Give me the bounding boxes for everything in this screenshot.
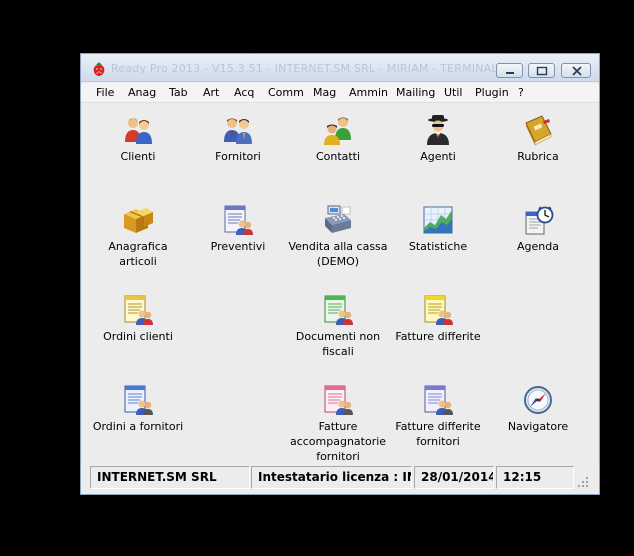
- menu-anag[interactable]: Anag: [128, 86, 156, 99]
- tile-label: Documenti non fiscali: [295, 330, 381, 358]
- tile-agenda[interactable]: Agenda: [488, 204, 588, 254]
- tile-label: Anagrafica articoli: [108, 240, 168, 268]
- tile-label: Rubrica: [517, 150, 559, 163]
- tile-label: Fatture accompagnatorie fornitori: [289, 420, 387, 463]
- menu-bar: File Anag Tab Art Acq Comm Mag Ammin Mai…: [81, 83, 599, 103]
- tile-clienti[interactable]: Clienti: [88, 114, 188, 164]
- supplier-orders-icon: [124, 385, 153, 415]
- boxes-icon: [124, 208, 153, 233]
- title-bar[interactable]: Ready Pro 2013 - V15.3.51 - INTERNET.SM …: [81, 54, 599, 82]
- tile-statistiche[interactable]: Statistiche: [388, 204, 488, 254]
- tile-contatti[interactable]: Contatti: [288, 114, 388, 164]
- tile-label: Ordini a fornitori: [92, 420, 184, 433]
- strawberry-icon: [93, 62, 105, 76]
- status-license: Intestatario licenza : INTERNET.SM SRL: [251, 466, 412, 489]
- cash-register-icon: [325, 205, 351, 233]
- menu-acq[interactable]: Acq: [234, 86, 254, 99]
- tile-label: Statistiche: [408, 240, 468, 253]
- tile-fatture-accompagnatorie-fornitori[interactable]: Fatture accompagnatorie fornitori: [288, 384, 388, 464]
- contacts-icon: [324, 117, 351, 145]
- non-fiscal-documents-icon: [324, 295, 353, 325]
- close-icon: [572, 66, 582, 76]
- compass-icon: [524, 386, 552, 414]
- resize-grip-icon[interactable]: [577, 476, 589, 488]
- menu-help[interactable]: ?: [518, 86, 524, 99]
- tile-ordini-fornitori[interactable]: Ordini a fornitori: [88, 384, 188, 434]
- tile-ordini-clienti[interactable]: Ordini clienti: [88, 294, 188, 344]
- menu-comm[interactable]: Comm: [268, 86, 304, 99]
- tile-label: Vendita alla cassa (DEMO): [288, 240, 388, 268]
- tile-label: Preventivi: [210, 240, 266, 253]
- tile-label: Clienti: [120, 150, 156, 163]
- tile-label: Navigatore: [507, 420, 569, 433]
- client-orders-icon: [124, 295, 153, 325]
- deferred-invoices-icon: [424, 295, 453, 325]
- status-bar: INTERNET.SM SRL Intestatario licenza : I…: [81, 462, 599, 494]
- close-button[interactable]: [561, 63, 591, 78]
- tile-fatture-differite-fornitori[interactable]: Fatture differite fornitori: [388, 384, 488, 449]
- menu-tab[interactable]: Tab: [169, 86, 188, 99]
- accompanying-invoices-icon: [324, 385, 353, 415]
- quote-document-icon: [224, 205, 253, 235]
- window-title: Ready Pro 2013 - V15.3.51 - INTERNET.SM …: [111, 62, 505, 75]
- tile-label: Fatture differite: [395, 330, 481, 343]
- icon-desktop: Clienti Fornitori Contatti Agenti Rubric…: [81, 103, 599, 464]
- tile-label: Fornitori: [215, 150, 261, 163]
- tile-fornitori[interactable]: Fornitori: [188, 114, 288, 164]
- tile-agenti[interactable]: Agenti: [388, 114, 488, 164]
- tile-navigatore[interactable]: Navigatore: [488, 384, 588, 434]
- status-time: 12:15: [496, 466, 574, 489]
- minimize-button[interactable]: [496, 63, 523, 78]
- chart-icon: [423, 206, 453, 234]
- agent-icon: [427, 115, 449, 145]
- menu-mailing[interactable]: Mailing: [396, 86, 435, 99]
- address-book-icon: [525, 115, 552, 146]
- suppliers-icon: [224, 118, 252, 144]
- supplier-deferred-invoices-icon: [424, 385, 453, 415]
- maximize-icon: [536, 66, 548, 76]
- tile-label: Ordini clienti: [103, 330, 173, 343]
- menu-art[interactable]: Art: [203, 86, 219, 99]
- menu-mag[interactable]: Mag: [313, 86, 336, 99]
- menu-plugin[interactable]: Plugin: [475, 86, 509, 99]
- menu-util[interactable]: Util: [444, 86, 462, 99]
- tile-anagrafica-articoli[interactable]: Anagrafica articoli: [88, 204, 188, 269]
- menu-ammin[interactable]: Ammin: [349, 86, 388, 99]
- status-company: INTERNET.SM SRL: [90, 466, 250, 489]
- tile-fatture-differite[interactable]: Fatture differite: [388, 294, 488, 344]
- main-window: Ready Pro 2013 - V15.3.51 - INTERNET.SM …: [80, 53, 600, 495]
- tile-documenti-non-fiscali[interactable]: Documenti non fiscali: [288, 294, 388, 359]
- maximize-button[interactable]: [528, 63, 555, 78]
- status-date: 28/01/2014: [414, 466, 494, 489]
- tile-label: Fatture differite fornitori: [395, 420, 481, 448]
- tile-label: Agenti: [420, 150, 456, 163]
- tile-rubrica[interactable]: Rubrica: [488, 114, 588, 164]
- tile-label: Contatti: [315, 150, 361, 163]
- minimize-icon: [506, 72, 514, 74]
- clients-icon: [125, 118, 152, 144]
- agenda-clock-icon: [525, 206, 554, 235]
- menu-file[interactable]: File: [96, 86, 114, 99]
- tile-preventivi[interactable]: Preventivi: [188, 204, 288, 254]
- tile-vendita-cassa[interactable]: Vendita alla cassa (DEMO): [288, 204, 388, 269]
- tile-label: Agenda: [517, 240, 559, 253]
